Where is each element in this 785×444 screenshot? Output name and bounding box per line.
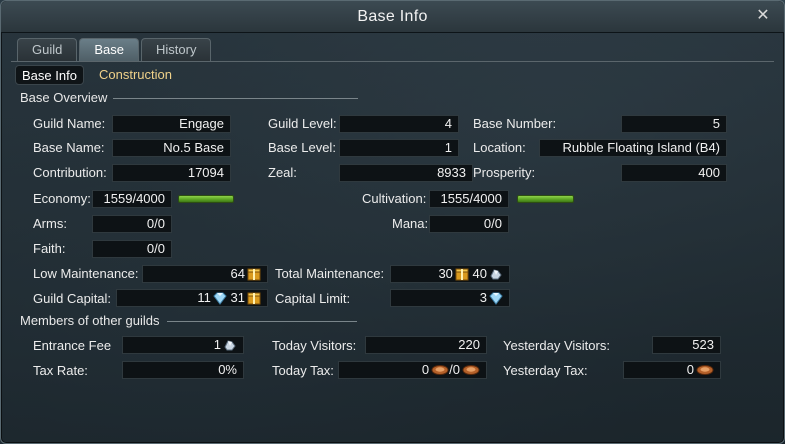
- contribution-value: 17094: [112, 164, 231, 182]
- guild-capital-value: 11 31: [116, 289, 268, 307]
- section-title-base-overview: Base Overview: [20, 90, 108, 105]
- low-maintenance-label: Low Maintenance:: [33, 266, 139, 281]
- guild-capital-label: Guild Capital:: [33, 291, 112, 306]
- economy-progress-bar: [178, 195, 234, 203]
- prosperity-label: Prosperity:: [473, 165, 536, 180]
- base-number-label: Base Number:: [473, 116, 557, 131]
- guild-capital-diamond: 11: [197, 290, 211, 305]
- tab-history[interactable]: History: [141, 38, 212, 61]
- low-maintenance-value: 64: [142, 265, 268, 283]
- capital-limit-value: 3: [390, 289, 510, 307]
- yesterday-tax-label: Yesterday Tax:: [503, 363, 588, 378]
- tab-guild[interactable]: Guild: [17, 38, 78, 61]
- base-level-label: Base Level:: [268, 140, 336, 155]
- section-divider: [113, 98, 358, 99]
- entrance-fee-amount: 1: [213, 337, 221, 352]
- tab-divider: [11, 61, 774, 62]
- today-tax-b: 0: [452, 362, 460, 377]
- gold-box-icon: [455, 268, 469, 281]
- title-bar[interactable]: Base Info ✕: [1, 1, 784, 33]
- base-name-label: Base Name:: [33, 140, 105, 155]
- location-label: Location:: [473, 140, 526, 155]
- section-divider: [167, 321, 357, 322]
- base-number-value: 5: [621, 115, 727, 133]
- subtab-construction[interactable]: Construction: [93, 65, 178, 85]
- economy-label: Economy:: [33, 191, 91, 206]
- capital-limit-amount: 3: [479, 290, 487, 305]
- capital-limit-label: Capital Limit:: [275, 291, 351, 306]
- silver-ore-icon: [224, 340, 236, 351]
- section-title-members: Members of other guilds: [20, 313, 160, 328]
- today-visitors-label: Today Visitors:: [272, 338, 357, 353]
- today-tax-value: 0/0: [338, 361, 487, 379]
- guild-name-value: Engage: [112, 115, 231, 133]
- total-maintenance-value: 30 40: [390, 265, 510, 283]
- total-maintenance-label: Total Maintenance:: [275, 266, 385, 281]
- today-visitors-value: 220: [365, 336, 487, 354]
- window-title: Base Info: [357, 8, 428, 25]
- base-level-value: 1: [339, 139, 459, 157]
- location-value: Rubble Floating Island (B4): [539, 139, 727, 157]
- tab-bar: Guild Base History: [17, 38, 213, 61]
- arms-value: 0/0: [92, 215, 172, 233]
- base-name-value: No.5 Base: [112, 139, 231, 157]
- guild-capital-gold: 31: [230, 290, 245, 305]
- total-maintenance-gold: 30: [438, 266, 453, 281]
- diamond-icon: [213, 292, 227, 305]
- arms-label: Arms:: [33, 216, 67, 231]
- guild-name-label: Guild Name:: [33, 116, 106, 131]
- base-info-window: Base Info ✕ Guild Base History Base Info…: [0, 0, 785, 444]
- tax-rate-label: Tax Rate:: [33, 363, 88, 378]
- prosperity-value: 400: [621, 164, 727, 182]
- entrance-fee-label: Entrance Fee: [33, 338, 112, 353]
- contribution-label: Contribution:: [33, 165, 107, 180]
- faith-value: 0/0: [92, 240, 172, 258]
- yesterday-tax-amount: 0: [686, 362, 694, 377]
- zeal-value: 8933: [339, 164, 473, 182]
- gold-box-icon: [247, 268, 261, 281]
- cultivation-label: Cultivation:: [362, 191, 427, 206]
- zeal-label: Zeal:: [268, 165, 297, 180]
- subtab-base-info[interactable]: Base Info: [15, 65, 84, 85]
- mana-label: Mana:: [392, 216, 429, 231]
- today-tax-a: 0: [421, 362, 430, 377]
- cultivation-progress-bar: [517, 195, 574, 203]
- total-maintenance-silver: 40: [472, 266, 487, 281]
- coin-plate-icon: [431, 365, 449, 375]
- today-tax-label: Today Tax:: [272, 363, 334, 378]
- yesterday-visitors-label: Yesterday Visitors:: [503, 338, 610, 353]
- guild-level-value: 4: [339, 115, 459, 133]
- gold-box-icon: [247, 292, 261, 305]
- faith-label: Faith:: [33, 241, 66, 256]
- close-icon[interactable]: ✕: [754, 7, 772, 25]
- coin-plate-icon: [696, 365, 714, 375]
- diamond-icon: [489, 292, 503, 305]
- tab-base[interactable]: Base: [79, 38, 139, 61]
- cultivation-value: 1555/4000: [429, 190, 509, 208]
- entrance-fee-value: 1: [122, 336, 244, 354]
- coin-plate-icon: [462, 365, 480, 375]
- yesterday-visitors-value: 523: [652, 336, 721, 354]
- silver-ore-icon: [490, 269, 502, 280]
- economy-value: 1559/4000: [92, 190, 172, 208]
- tax-rate-value: 0%: [122, 361, 244, 379]
- guild-level-label: Guild Level:: [268, 116, 337, 131]
- low-maintenance-amount: 64: [230, 266, 245, 281]
- yesterday-tax-value: 0: [623, 361, 721, 379]
- mana-value: 0/0: [429, 215, 509, 233]
